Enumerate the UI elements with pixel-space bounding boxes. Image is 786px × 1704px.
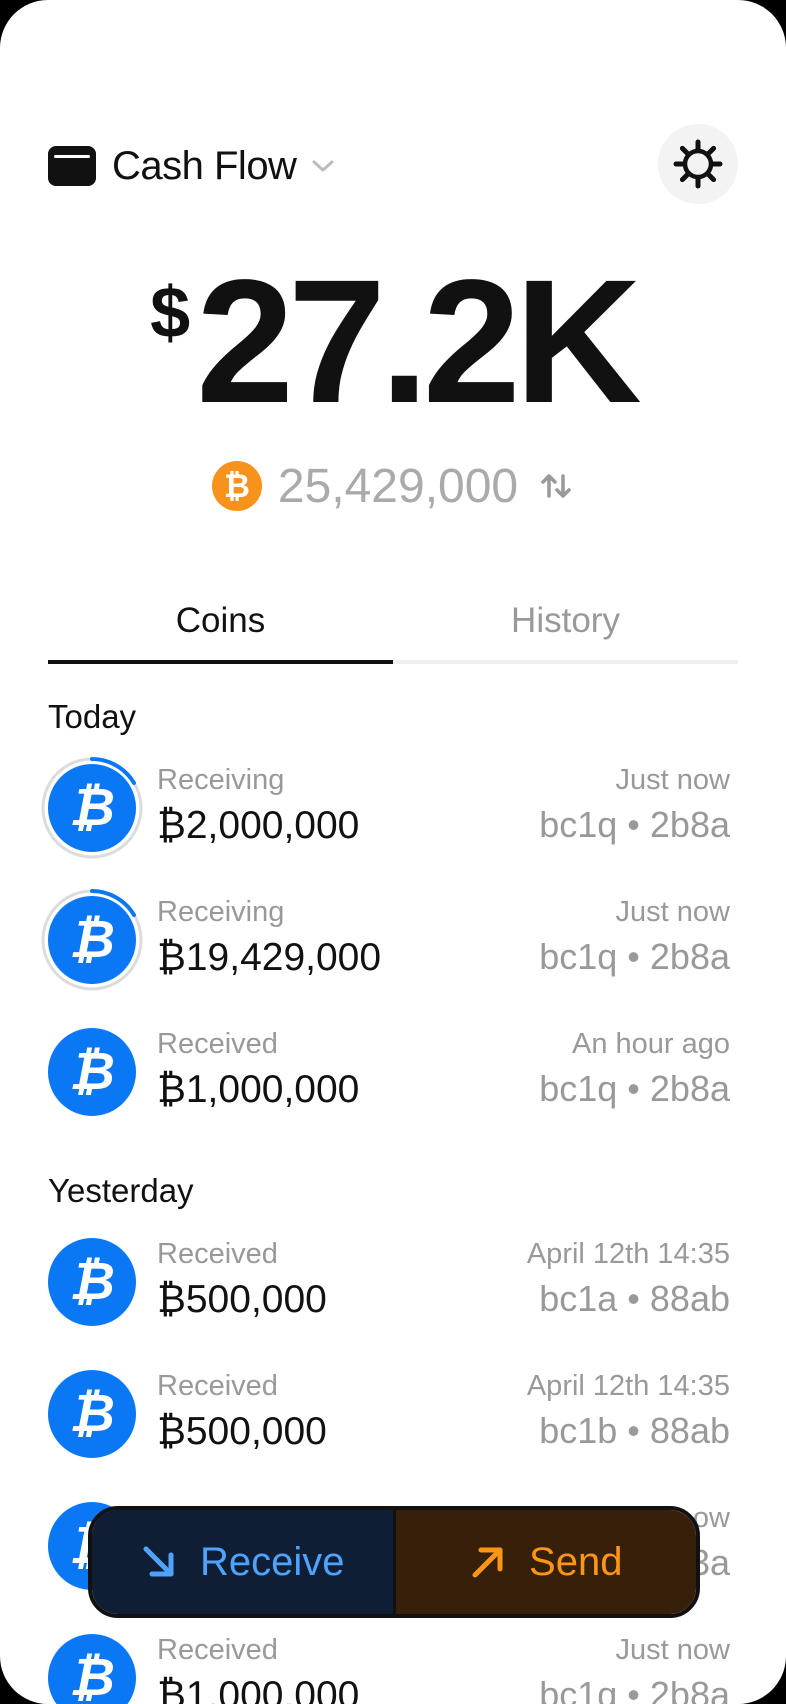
receive-label: Receive [199,1539,345,1584]
coin-time: April 12th 14:35 [526,1370,730,1402]
section-label-yesterday: Yesterday [48,1172,194,1209]
coin-address: bc1q • 2b8a [539,1068,730,1109]
tab-history[interactable]: History [393,590,738,660]
coin-address: bc1q • 2b8a [539,1674,730,1704]
coin-row[interactable]: ₿ Received ₿1,000,000 Just now bc1q • 2b… [40,1624,730,1704]
chevron-down-icon[interactable] [310,153,336,179]
section-label-today: Today [48,698,137,735]
coin-time: An hour ago [571,1028,730,1060]
coin-time: April 12th 14:35 [526,1238,730,1270]
arrow-down-right-icon [143,1546,174,1577]
coin-amount: ₿2,000,000 [157,804,360,847]
wallet-screen: Cash Flow $ 27.2K ₿ 25,429,000 Coins His… [0,0,786,1704]
coin-address: bc1q • 2b8a [539,936,730,977]
bitcoin-icon: ₿ [48,896,136,984]
balance-currency: $ [150,273,191,353]
bitcoin-icon: ₿ [48,1370,136,1458]
receive-button[interactable]: Receive [92,1510,396,1614]
coin-address: bc1q • 2b8a [539,804,730,845]
coin-time: Just now [615,896,730,928]
coin-amount: ₿19,429,000 [157,936,382,979]
coin-time: Just now [615,764,730,796]
sats-value: 25,429,000 [277,459,519,513]
coin-amount: ₿1,000,000 [157,1068,360,1111]
coin-status: Received [157,1370,278,1402]
balance-value: 27.2K [196,244,642,440]
settings-button[interactable] [658,124,738,204]
coin-row[interactable]: ₿ Receiving ₿19,429,000 Just now bc1q • … [40,886,730,996]
bitcoin-icon: ₿ [211,461,262,511]
bitcoin-icon: ₿ [48,1634,136,1704]
sats-balance[interactable]: ₿ 25,429,000 [0,456,786,516]
tab-bar: Coins History [48,590,738,664]
coin-row[interactable]: ₿ Receiving ₿2,000,000 Just now bc1q • 2… [40,754,730,864]
wallet-icon [48,146,96,186]
coin-amount: ₿500,000 [157,1410,327,1453]
wallet-name[interactable]: Cash Flow [112,144,297,189]
bitcoin-icon: ₿ [48,764,136,852]
coin-amount: ₿500,000 [157,1278,327,1321]
action-bar: Receive Send [88,1506,700,1618]
coin-row[interactable]: ₿ Received ₿500,000 April 12th 14:35 bc1… [40,1228,730,1338]
coin-status: Receiving [157,764,285,796]
swap-icon[interactable] [538,468,574,504]
arrow-up-right-icon [472,1547,503,1578]
send-label: Send [529,1539,623,1584]
bitcoin-icon: ₿ [48,1028,136,1116]
coin-status: Received [157,1028,278,1060]
tab-coins[interactable]: Coins [48,590,393,664]
coin-row[interactable]: ₿ Received ₿1,000,000 An hour ago bc1q •… [40,1018,730,1128]
header: Cash Flow [48,124,738,204]
coin-amount: ₿1,000,000 [157,1674,360,1704]
coin-status: Received [157,1238,278,1270]
coin-address: bc1b • 88ab [539,1410,730,1451]
coin-time: Just now [615,1634,730,1666]
send-button[interactable]: Send [395,1510,696,1614]
gear-icon [673,139,723,189]
bitcoin-icon: ₿ [48,1238,136,1326]
coin-status: Receiving [157,896,285,928]
balance-display[interactable]: $ 27.2K [0,244,786,440]
coin-status: Received [157,1634,278,1666]
coin-address: bc1a • 88ab [539,1278,730,1319]
coin-row[interactable]: ₿ Received ₿500,000 April 12th 14:35 bc1… [40,1360,730,1470]
